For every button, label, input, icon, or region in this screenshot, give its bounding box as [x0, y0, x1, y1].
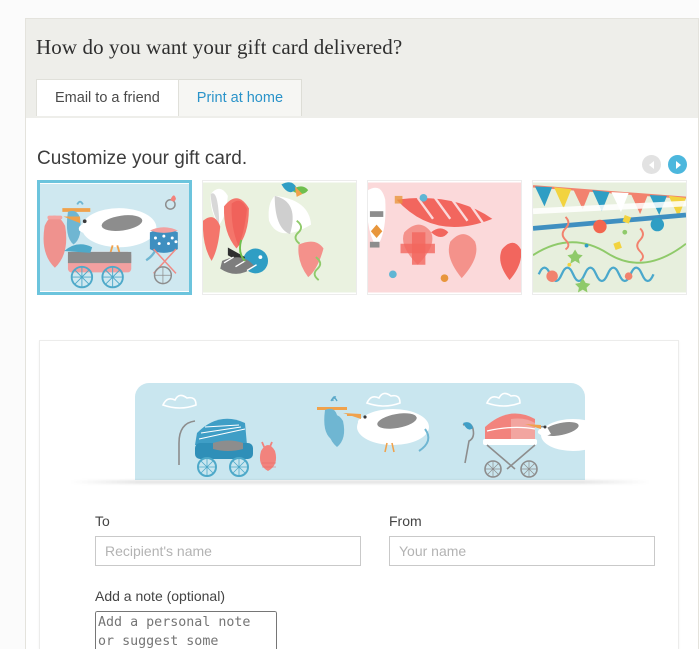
stork-baby-card-art: [135, 383, 585, 480]
card-drop-shadow: [70, 480, 650, 484]
design-thumbnail-list: [37, 180, 687, 302]
section-title: Customize your gift card.: [37, 148, 248, 169]
tab-print-at-home[interactable]: Print at home: [177, 79, 303, 116]
gift-card-preview-box: To From Add a note (optional): [39, 340, 679, 649]
tab-email-to-a-friend-label: Email to a friend: [55, 90, 160, 106]
from-field-group: From: [389, 513, 655, 566]
thumbnail-stork-baby-design[interactable]: [37, 180, 192, 295]
gift-card-delivery-app: How do you want your gift card delivered…: [25, 18, 699, 649]
tab-print-at-home-label: Print at home: [196, 90, 284, 106]
thumbnail-tulip-hummingbird-design[interactable]: [202, 180, 357, 295]
hearts-valentine-thumbnail-art: [368, 182, 521, 293]
stork-baby-thumbnail-art: [40, 183, 189, 292]
from-label: From: [389, 513, 422, 529]
carousel-arrows: [642, 155, 687, 174]
to-label: To: [95, 513, 110, 529]
tulip-hummingbird-thumbnail-art: [203, 182, 356, 293]
page-title: How do you want your gift card delivered…: [36, 35, 403, 59]
tab-email-to-a-friend[interactable]: Email to a friend: [36, 79, 179, 116]
gift-card-form: To From Add a note (optional): [95, 513, 655, 649]
gift-card-preview: [135, 383, 585, 480]
recipient-sender-row: To From: [95, 513, 655, 566]
note-textarea[interactable]: [95, 611, 277, 649]
carousel-prev-button[interactable]: [642, 155, 661, 174]
to-field-group: To: [95, 513, 361, 566]
note-field-group: Add a note (optional): [95, 588, 655, 649]
party-bunting-thumbnail-art: [533, 182, 686, 293]
thumbnail-party-bunting-design[interactable]: [532, 180, 687, 295]
from-input[interactable]: [389, 536, 655, 566]
note-label: Add a note (optional): [95, 588, 225, 604]
thumbnail-hearts-valentine-design[interactable]: [367, 180, 522, 295]
customize-panel: Customize your gift card. To Recipient's…: [25, 118, 699, 649]
delivery-method-tabs: Email to a friend Print at home: [36, 79, 303, 116]
carousel-next-button[interactable]: [668, 155, 687, 174]
to-input[interactable]: [95, 536, 361, 566]
